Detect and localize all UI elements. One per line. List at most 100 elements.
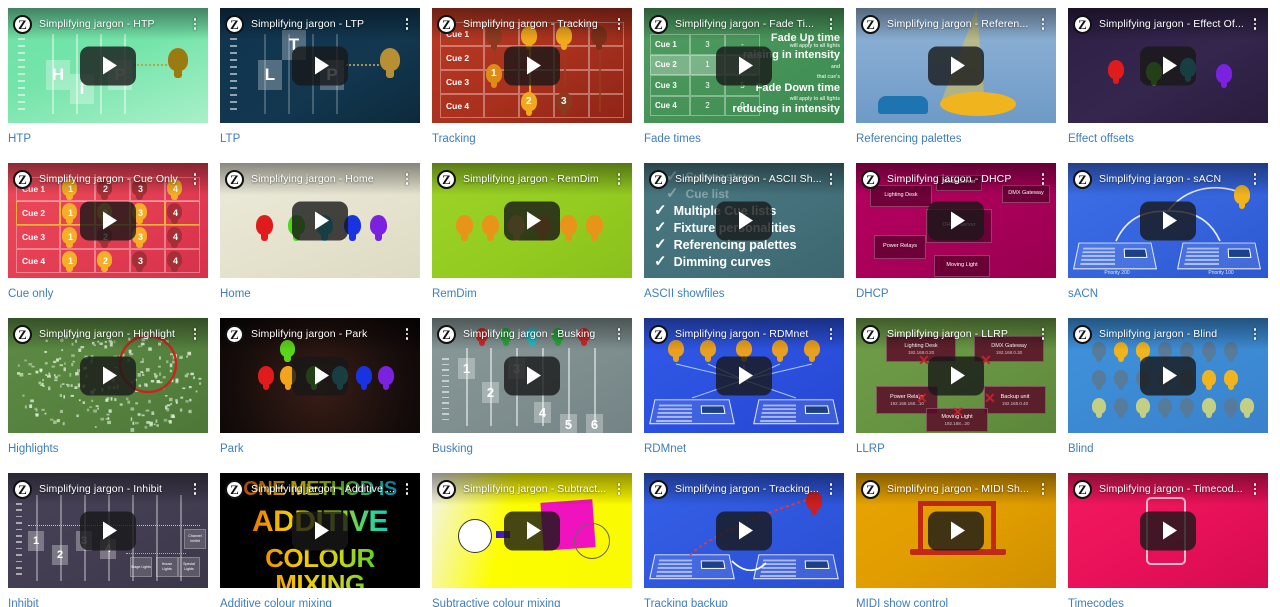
- video-caption-link[interactable]: sACN: [1068, 287, 1280, 301]
- more-options-icon[interactable]: [824, 480, 838, 498]
- video-player[interactable]: LTPZSimplifying jargon - LTP: [220, 8, 420, 123]
- more-options-icon[interactable]: [1036, 15, 1050, 33]
- video-player[interactable]: Z Simplifying jargon - Tracking...: [644, 473, 844, 588]
- video-player[interactable]: ✓Submasters✓Cue list✓Multiple Cue lists✓…: [644, 163, 844, 278]
- video-player[interactable]: Z Simplifying jargon - Blind: [1068, 318, 1268, 433]
- play-button[interactable]: [1140, 511, 1196, 550]
- video-caption-link[interactable]: Cue only: [8, 287, 220, 301]
- video-player[interactable]: 123456ZSimplifying jargon - Busking: [432, 318, 632, 433]
- channel-avatar[interactable]: Z: [437, 325, 456, 344]
- channel-avatar[interactable]: Z: [861, 170, 880, 189]
- video-caption-link[interactable]: Blind: [1068, 442, 1280, 456]
- play-button[interactable]: [1140, 46, 1196, 85]
- channel-avatar[interactable]: Z: [649, 170, 668, 189]
- video-caption-link[interactable]: Effect offsets: [1068, 132, 1280, 146]
- channel-avatar[interactable]: Z: [437, 15, 456, 34]
- play-button[interactable]: [292, 201, 348, 240]
- video-player[interactable]: Priority 200 Priority 100 Z Simplifying jar…: [1068, 163, 1268, 278]
- play-button[interactable]: [80, 201, 136, 240]
- video-overlay-title[interactable]: Simplifying jargon - Busking: [463, 328, 612, 340]
- more-options-icon[interactable]: [188, 170, 202, 188]
- more-options-icon[interactable]: [1036, 480, 1050, 498]
- play-button[interactable]: [1140, 356, 1196, 395]
- video-caption-link[interactable]: Tracking: [432, 132, 644, 146]
- video-player[interactable]: Z Simplifying jargon - Park: [220, 318, 420, 433]
- play-button[interactable]: [292, 46, 348, 85]
- play-button[interactable]: [504, 46, 560, 85]
- video-player[interactable]: Cue 13-Cue 21Cue 335Cue 420Fade Up timew…: [644, 8, 844, 123]
- video-player[interactable]: 1234Stage LightsHouse LightsSpecial Ligh…: [8, 473, 208, 588]
- channel-avatar[interactable]: Z: [649, 15, 668, 34]
- video-caption-link[interactable]: Referencing palettes: [856, 132, 1068, 146]
- video-player[interactable]: Z Simplifying jargon - Timecod...: [1068, 473, 1268, 588]
- video-overlay-title[interactable]: Simplifying jargon - Referen...: [887, 18, 1036, 30]
- more-options-icon[interactable]: [612, 170, 626, 188]
- video-player[interactable]: ONE METHOD ISADDITIVECOLOUR MIXINGZSimpl…: [220, 473, 420, 588]
- play-button[interactable]: [716, 511, 772, 550]
- video-overlay-title[interactable]: Simplifying jargon - Fade Ti...: [675, 18, 824, 30]
- video-overlay-title[interactable]: Simplifying jargon - Home: [251, 173, 400, 185]
- video-overlay-title[interactable]: Simplifying jargon - RDMnet: [675, 328, 824, 340]
- play-button[interactable]: [1140, 201, 1196, 240]
- video-caption-link[interactable]: Additive colour mixing: [220, 597, 432, 607]
- video-caption-link[interactable]: Fade times: [644, 132, 856, 146]
- more-options-icon[interactable]: [188, 325, 202, 343]
- video-caption-link[interactable]: ASCII showfiles: [644, 287, 856, 301]
- video-caption-link[interactable]: Busking: [432, 442, 644, 456]
- video-overlay-title[interactable]: Simplifying jargon - LTP: [251, 18, 400, 30]
- video-caption-link[interactable]: Subtractive colour mixing: [432, 597, 644, 607]
- video-caption-link[interactable]: LLRP: [856, 442, 1068, 456]
- channel-avatar[interactable]: Z: [225, 15, 244, 34]
- video-caption-link[interactable]: RemDim: [432, 287, 644, 301]
- more-options-icon[interactable]: [1248, 170, 1262, 188]
- video-overlay-title[interactable]: Simplifying jargon - Inhibit: [39, 483, 188, 495]
- video-overlay-title[interactable]: Simplifying jargon - Blind: [1099, 328, 1248, 340]
- more-options-icon[interactable]: [824, 170, 838, 188]
- more-options-icon[interactable]: [1248, 15, 1262, 33]
- video-player[interactable]: Z Simplifying jargon - Home: [220, 163, 420, 278]
- channel-avatar[interactable]: Z: [861, 325, 880, 344]
- more-options-icon[interactable]: [1248, 325, 1262, 343]
- more-options-icon[interactable]: [188, 15, 202, 33]
- video-player[interactable]: Z Simplifying jargon - RDMnet: [644, 318, 844, 433]
- more-options-icon[interactable]: [400, 15, 414, 33]
- video-caption-link[interactable]: HTP: [8, 132, 220, 146]
- video-caption-link[interactable]: MIDI show control: [856, 597, 1068, 607]
- video-overlay-title[interactable]: Simplifying jargon - Tracking: [463, 18, 612, 30]
- video-caption-link[interactable]: DHCP: [856, 287, 1068, 301]
- channel-avatar[interactable]: Z: [861, 480, 880, 499]
- channel-avatar[interactable]: Z: [861, 15, 880, 34]
- more-options-icon[interactable]: [612, 15, 626, 33]
- video-player[interactable]: Z Simplifying jargon - Highlight: [8, 318, 208, 433]
- video-caption-link[interactable]: Timecodes: [1068, 597, 1280, 607]
- channel-avatar[interactable]: Z: [1073, 325, 1092, 344]
- video-player[interactable]: Z Simplifying jargon - Subtract...: [432, 473, 632, 588]
- video-overlay-title[interactable]: Simplifying jargon - Cue Only: [39, 173, 188, 185]
- play-button[interactable]: [80, 511, 136, 550]
- channel-avatar[interactable]: Z: [649, 325, 668, 344]
- video-caption-link[interactable]: LTP: [220, 132, 432, 146]
- video-caption-link[interactable]: Inhibit: [8, 597, 220, 607]
- video-overlay-title[interactable]: Simplifying jargon - RemDim: [463, 173, 612, 185]
- channel-avatar[interactable]: Z: [13, 15, 32, 34]
- more-options-icon[interactable]: [400, 325, 414, 343]
- video-caption-link[interactable]: Park: [220, 442, 432, 456]
- video-caption-link[interactable]: Highlights: [8, 442, 220, 456]
- video-caption-link[interactable]: Home: [220, 287, 432, 301]
- channel-avatar[interactable]: Z: [1073, 170, 1092, 189]
- video-overlay-title[interactable]: Simplifying jargon - Highlight: [39, 328, 188, 340]
- more-options-icon[interactable]: [188, 480, 202, 498]
- play-button[interactable]: [80, 356, 136, 395]
- video-overlay-title[interactable]: Simplifying jargon - Subtract...: [463, 483, 612, 495]
- play-button[interactable]: [504, 201, 560, 240]
- video-overlay-title[interactable]: Simplifying jargon - DHCP: [887, 173, 1036, 185]
- video-caption-link[interactable]: Tracking backup: [644, 597, 856, 607]
- channel-avatar[interactable]: Z: [1073, 15, 1092, 34]
- video-player[interactable]: Z Simplifying jargon - RemDim: [432, 163, 632, 278]
- video-player[interactable]: Z Simplifying jargon - MIDI Sh...: [856, 473, 1056, 588]
- channel-avatar[interactable]: Z: [13, 325, 32, 344]
- channel-avatar[interactable]: Z: [437, 480, 456, 499]
- more-options-icon[interactable]: [824, 325, 838, 343]
- video-caption-link[interactable]: RDMnet: [644, 442, 856, 456]
- video-overlay-title[interactable]: Simplifying jargon - MIDI Sh...: [887, 483, 1036, 495]
